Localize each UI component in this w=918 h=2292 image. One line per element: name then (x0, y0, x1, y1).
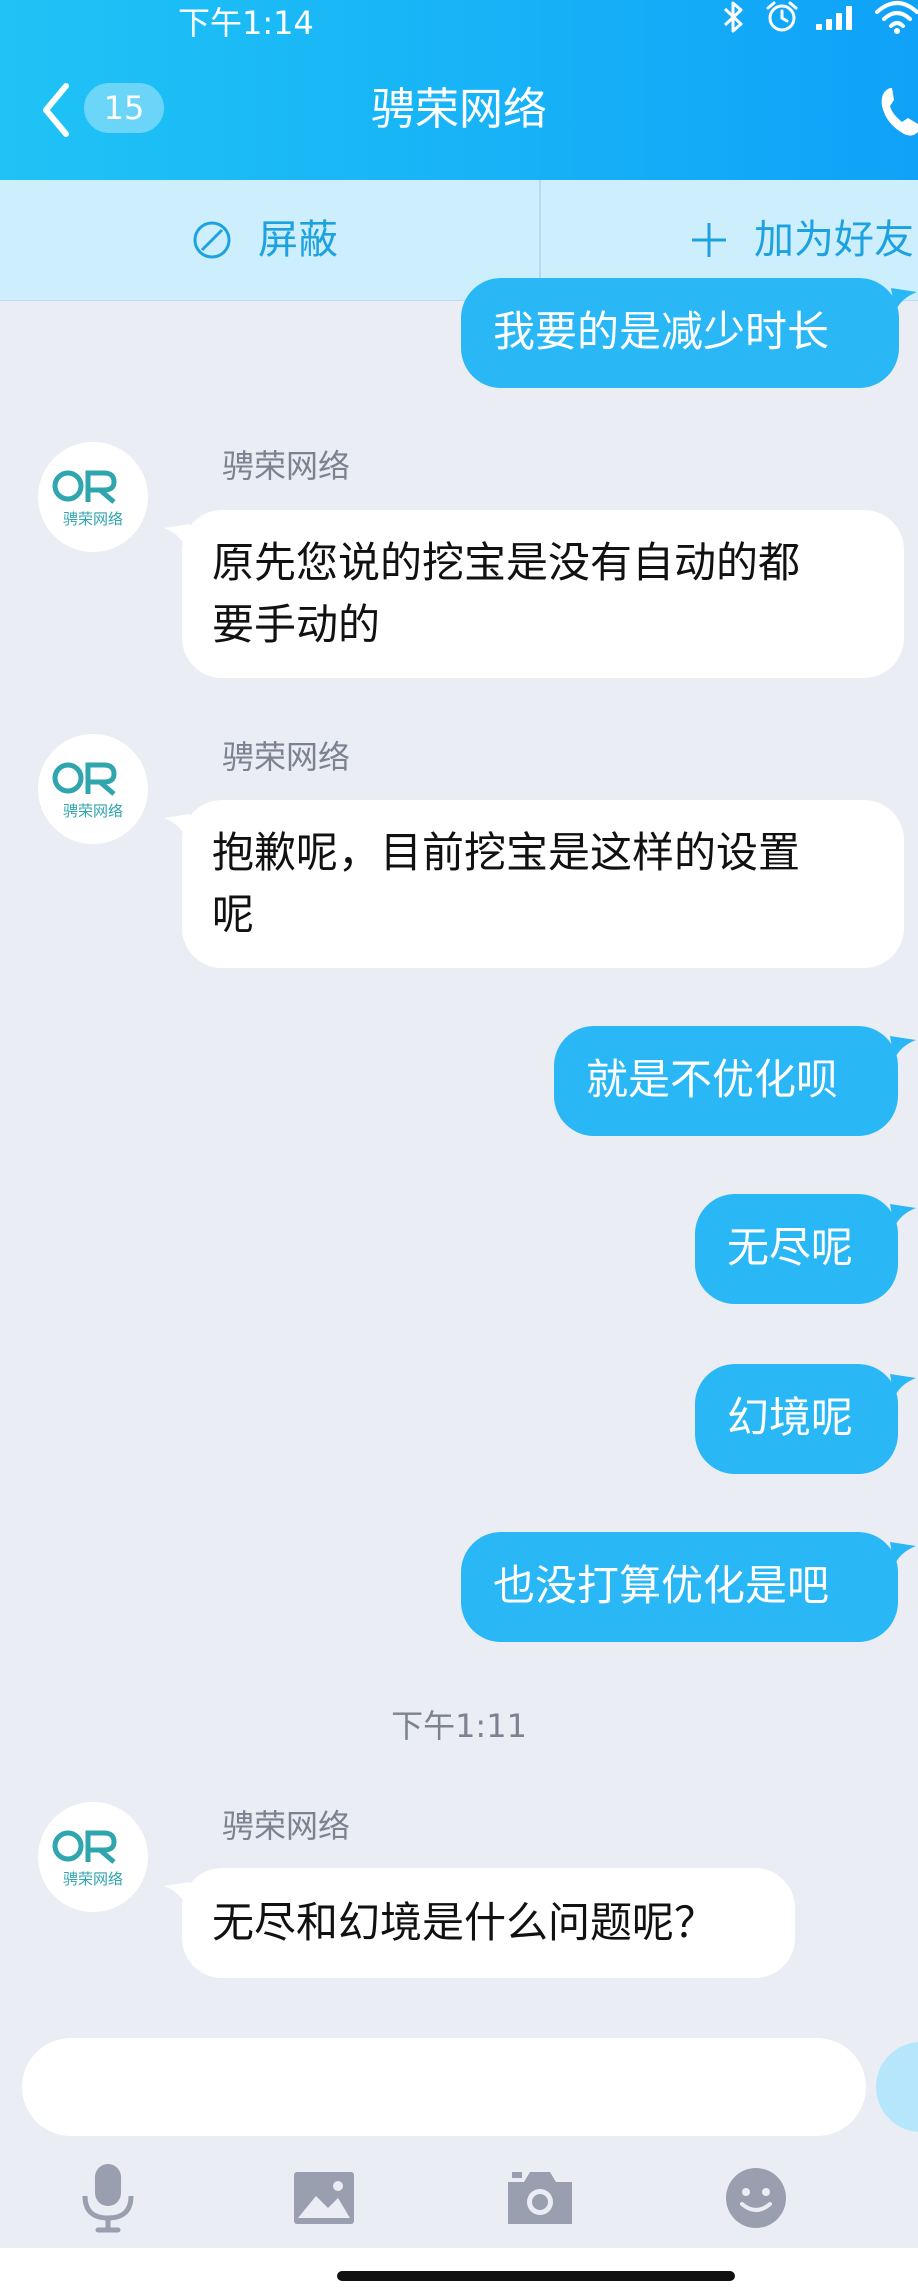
bubble-tail (891, 288, 917, 312)
avatar[interactable]: 骋荣网络 (38, 442, 148, 552)
sender-name: 骋荣网络 (222, 1807, 351, 1845)
bluetooth-icon (723, 1, 743, 33)
outgoing-message[interactable]: 无尽呢 (695, 1194, 916, 1304)
add-friend-label: 加为好友 (754, 217, 914, 263)
message-line: 抱歉呢，目前挖宝是这样的设置 (212, 828, 801, 877)
message-line: 呢 (212, 890, 255, 939)
sender-name: 骋荣网络 (222, 447, 351, 485)
signal-icon (816, 6, 852, 30)
avatar[interactable]: 骋荣网络 (38, 1802, 148, 1912)
block-label: 屏蔽 (258, 217, 338, 263)
message-input[interactable] (22, 2038, 866, 2136)
bubble-tail (164, 1882, 190, 1906)
home-indicator[interactable] (337, 2271, 735, 2281)
timestamp-divider: 下午1:11 (391, 1707, 527, 1745)
company-logo-icon: 骋荣网络 (52, 470, 123, 528)
avatar[interactable]: 骋荣网络 (38, 734, 148, 844)
home-indicator-area (0, 2248, 918, 2292)
block-button[interactable]: 屏蔽 (0, 180, 540, 300)
message-text: 我要的是减少时长 (493, 307, 830, 356)
company-logo-icon: 骋荣网络 (52, 762, 123, 820)
alarm-icon (766, 1, 798, 32)
block-icon (193, 221, 231, 259)
message-text: 也没打算优化是吧 (493, 1561, 830, 1610)
camera-icon (508, 2172, 572, 2224)
incoming-message[interactable]: 无尽和幻境是什么问题呢？ (164, 1868, 795, 1978)
bubble-tail (890, 1036, 916, 1060)
phone-icon[interactable] (878, 84, 918, 140)
outgoing-message[interactable]: 就是不优化呗 (554, 1026, 916, 1136)
send-button[interactable] (876, 2042, 918, 2132)
message-text: 就是不优化呗 (586, 1055, 839, 1104)
sender-name: 骋荣网络 (222, 738, 351, 776)
message-text: 幻境呢 (727, 1393, 854, 1442)
chat-title: 骋荣网络 (371, 84, 547, 135)
photo-button[interactable] (284, 2158, 364, 2238)
wifi-icon (875, 1, 918, 34)
chat-screen: 下午1:14 15 骋荣网络 屏蔽 加为好友 我要的是减少时长 骋荣网络 骋荣网… (0, 0, 918, 2292)
chat-header: 下午1:14 15 骋荣网络 (0, 0, 918, 180)
microphone-icon (82, 2164, 134, 2233)
emoji-icon (726, 2168, 786, 2228)
message-line: 原先您说的挖宝是没有自动的都 (212, 538, 801, 587)
incoming-message[interactable]: 原先您说的挖宝是没有自动的都 要手动的 (164, 510, 904, 678)
image-icon (294, 2172, 354, 2224)
status-bar-time: 下午1:14 (178, 4, 314, 42)
outgoing-message[interactable]: 也没打算优化是吧 (461, 1532, 916, 1642)
camera-button[interactable] (500, 2158, 580, 2238)
bubble-tail (890, 1204, 916, 1228)
emoji-button[interactable] (716, 2158, 796, 2238)
svg-text:骋荣网络: 骋荣网络 (63, 1870, 123, 1888)
message-text: 无尽呢 (727, 1223, 854, 1272)
svg-text:骋荣网络: 骋荣网络 (63, 510, 123, 528)
bubble-tail (890, 1542, 916, 1566)
voice-button[interactable] (68, 2158, 148, 2238)
bubble-tail (164, 524, 190, 548)
message-line: 无尽和幻境是什么问题呢？ (212, 1898, 717, 1947)
message-line: 要手动的 (212, 600, 381, 649)
plus-icon (692, 223, 726, 257)
incoming-message[interactable]: 抱歉呢，目前挖宝是这样的设置 呢 (164, 800, 904, 968)
company-logo-icon: 骋荣网络 (52, 1830, 123, 1888)
bubble-tail (890, 1374, 916, 1398)
outgoing-message[interactable]: 我要的是减少时长 (461, 278, 917, 388)
svg-text:骋荣网络: 骋荣网络 (63, 802, 123, 820)
outgoing-message[interactable]: 幻境呢 (695, 1364, 916, 1474)
bubble-tail (164, 814, 190, 838)
